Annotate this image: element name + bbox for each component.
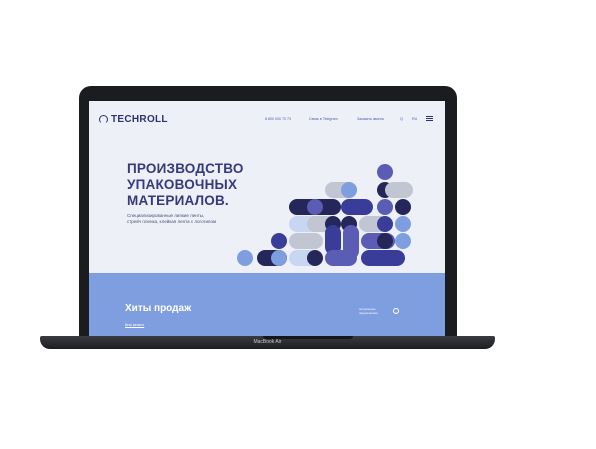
arrow-right-icon[interactable]: → [393, 308, 399, 314]
offers-note[interactable]: Актуальные предложения [359, 307, 378, 315]
laptop-base: MacBook Air [40, 336, 495, 349]
section-title: Хиты продаж [125, 303, 192, 314]
illustration-shape [307, 233, 323, 249]
illustration-shape [395, 233, 411, 249]
illustration-shape [325, 250, 357, 266]
illustration-shape [271, 250, 287, 266]
catalog-link[interactable]: Весь каталог [125, 323, 144, 327]
illustration-shape [377, 164, 393, 180]
illustration-shape [341, 182, 357, 198]
offers-note-line: предложения [359, 310, 378, 315]
illustration-shape [307, 250, 323, 266]
website-screen: TECHROLL 8 800 000 70 73 Связь в Telegra… [89, 101, 445, 337]
illustration-shape [385, 182, 413, 198]
illustration-shape [377, 233, 393, 249]
illustration-shape [237, 250, 253, 266]
illustration-shape [377, 216, 393, 232]
illustration-shape [395, 199, 411, 215]
device-label: MacBook Air [253, 339, 282, 345]
illustration-shape [271, 233, 287, 249]
illustration-shape [361, 250, 405, 266]
illustration-shape [377, 199, 393, 215]
illustration-shape [395, 216, 411, 232]
illustration-shape [307, 199, 323, 215]
hits-section: Хиты продаж Весь каталог Актуальные пред… [89, 273, 445, 337]
illustration-shape [341, 199, 373, 215]
